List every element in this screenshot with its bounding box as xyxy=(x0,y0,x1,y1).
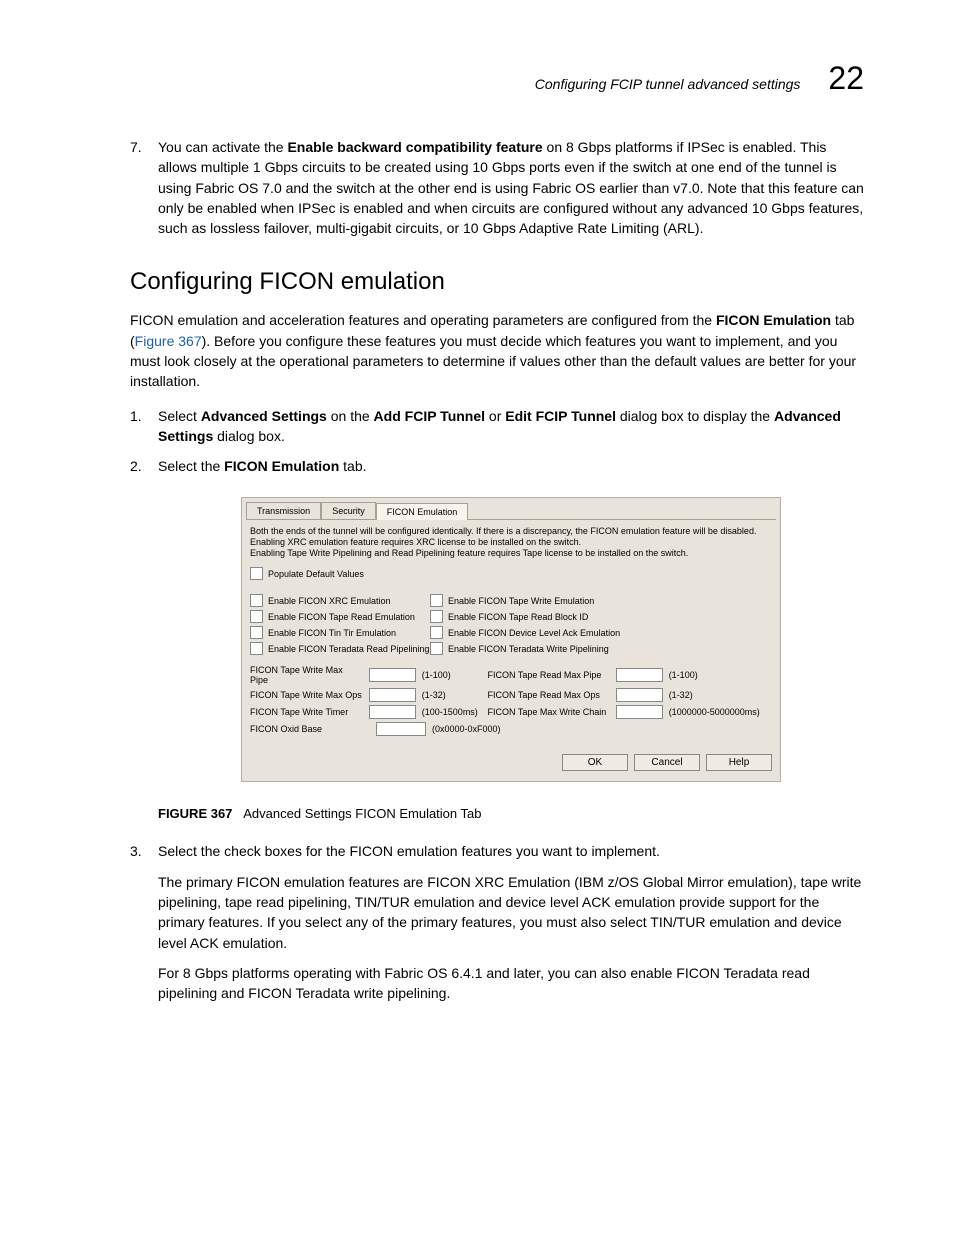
checkbox-label: Enable FICON Teradata Read Pipelining xyxy=(268,644,429,654)
note-line: Both the ends of the tunnel will be conf… xyxy=(250,526,772,537)
checkbox-tape-write-emulation[interactable] xyxy=(430,594,443,607)
checkbox-tape-read-emulation[interactable] xyxy=(250,610,263,623)
checkbox-populate-defaults[interactable] xyxy=(250,567,263,580)
running-header: Configuring FCIP tunnel advanced setting… xyxy=(130,60,864,97)
label-tape-write-max-ops: FICON Tape Write Max Ops xyxy=(250,690,363,700)
list-content: Select the FICON Emulation tab. xyxy=(158,456,864,476)
input-tape-max-write-chain[interactable] xyxy=(616,705,663,719)
checkbox-label: Enable FICON Teradata Write Pipelining xyxy=(448,644,609,654)
figure-number: FIGURE 367 xyxy=(158,806,232,821)
text: ). Before you configure these features y… xyxy=(130,333,856,390)
list-marker: 2. xyxy=(130,456,158,476)
figure-title: Advanced Settings FICON Emulation Tab xyxy=(243,806,481,821)
checkbox-tin-tir-emulation[interactable] xyxy=(250,626,263,639)
checkbox-label: Populate Default Values xyxy=(268,569,364,579)
hint: (100-1500ms) xyxy=(422,707,488,717)
checkbox-teradata-write-pipelining[interactable] xyxy=(430,642,443,655)
list-item-1: 1. Select Advanced Settings on the Add F… xyxy=(130,406,864,447)
list-marker: 1. xyxy=(130,406,158,447)
hint: (1-32) xyxy=(422,690,488,700)
list-content: Select the check boxes for the FICON emu… xyxy=(158,841,864,1003)
bold-term: Advanced Settings xyxy=(201,408,327,424)
dialog-note: Both the ends of the tunnel will be conf… xyxy=(250,526,772,560)
list-content: You can activate the Enable backward com… xyxy=(158,137,864,238)
list-item-3: 3. Select the check boxes for the FICON … xyxy=(130,841,864,1003)
text: Select xyxy=(158,408,201,424)
cancel-button[interactable]: Cancel xyxy=(634,754,700,771)
checkbox-label: Enable FICON XRC Emulation xyxy=(268,596,391,606)
label-tape-write-timer: FICON Tape Write Timer xyxy=(250,707,363,717)
checkbox-teradata-read-pipelining[interactable] xyxy=(250,642,263,655)
checkbox-label: Enable FICON Tape Read Block ID xyxy=(448,612,588,622)
input-tape-write-max-pipe[interactable] xyxy=(369,668,416,682)
tab-security[interactable]: Security xyxy=(321,502,376,519)
section-heading: Configuring FICON emulation xyxy=(130,268,864,296)
dialog-tabs: Transmission Security FICON Emulation xyxy=(246,502,776,520)
checkbox-label: Enable FICON Tape Read Emulation xyxy=(268,612,415,622)
ok-button[interactable]: OK xyxy=(562,754,628,771)
list-item-7: 7. You can activate the Enable backward … xyxy=(130,137,864,238)
bold-term: Edit FCIP Tunnel xyxy=(505,408,616,424)
label-oxid-base: FICON Oxid Base xyxy=(250,724,370,734)
bold-term: Enable backward compatibility feature xyxy=(287,139,542,155)
note-line: Enabling Tape Write Pipelining and Read … xyxy=(250,548,772,559)
input-tape-write-timer[interactable] xyxy=(369,705,416,719)
figure-ref-link[interactable]: Figure 367 xyxy=(135,333,202,349)
tab-transmission[interactable]: Transmission xyxy=(246,502,321,519)
input-tape-write-max-ops[interactable] xyxy=(369,688,416,702)
label-tape-max-write-chain: FICON Tape Max Write Chain xyxy=(488,707,610,717)
label-tape-read-max-pipe: FICON Tape Read Max Pipe xyxy=(488,670,610,680)
help-button[interactable]: Help xyxy=(706,754,772,771)
chapter-number: 22 xyxy=(828,60,864,97)
text: Select the check boxes for the FICON emu… xyxy=(158,841,864,861)
checkbox-label: Enable FICON Tape Write Emulation xyxy=(448,596,594,606)
text: Select the xyxy=(158,458,224,474)
list-content: Select Advanced Settings on the Add FCIP… xyxy=(158,406,864,447)
tab-ficon-emulation[interactable]: FICON Emulation xyxy=(376,503,469,520)
bold-term: FICON Emulation xyxy=(224,458,339,474)
note-line: Enabling XRC emulation feature requires … xyxy=(250,537,772,548)
advanced-settings-dialog: Transmission Security FICON Emulation Bo… xyxy=(241,497,781,783)
text: tab. xyxy=(339,458,366,474)
hint: (1000000-5000000ms) xyxy=(669,707,772,717)
checkbox-device-level-ack[interactable] xyxy=(430,626,443,639)
text: FICON emulation and acceleration feature… xyxy=(130,312,716,328)
checkbox-tape-read-block-id[interactable] xyxy=(430,610,443,623)
input-tape-read-max-ops[interactable] xyxy=(616,688,663,702)
checkbox-label: Enable FICON Tin Tir Emulation xyxy=(268,628,396,638)
label-tape-read-max-ops: FICON Tape Read Max Ops xyxy=(488,690,610,700)
hint: (0x0000-0xF000) xyxy=(432,724,502,734)
hint: (1-32) xyxy=(669,690,772,700)
input-tape-read-max-pipe[interactable] xyxy=(616,668,663,682)
bold-term: FICON Emulation xyxy=(716,312,831,328)
header-title: Configuring FCIP tunnel advanced setting… xyxy=(535,76,801,92)
text: or xyxy=(485,408,505,424)
hint: (1-100) xyxy=(422,670,488,680)
text: For 8 Gbps platforms operating with Fabr… xyxy=(158,963,864,1004)
input-oxid-base[interactable] xyxy=(376,722,426,736)
checkbox-label: Enable FICON Device Level Ack Emulation xyxy=(448,628,620,638)
text: The primary FICON emulation features are… xyxy=(158,872,864,953)
list-marker: 7. xyxy=(130,137,158,238)
text: on the xyxy=(327,408,374,424)
hint: (1-100) xyxy=(669,670,772,680)
text: You can activate the xyxy=(158,139,287,155)
checkbox-xrc-emulation[interactable] xyxy=(250,594,263,607)
list-marker: 3. xyxy=(130,841,158,1003)
text: dialog box. xyxy=(213,428,285,444)
list-item-2: 2. Select the FICON Emulation tab. xyxy=(130,456,864,476)
label-tape-write-max-pipe: FICON Tape Write Max Pipe xyxy=(250,665,363,685)
figure-caption: FIGURE 367 Advanced Settings FICON Emula… xyxy=(158,806,864,821)
intro-paragraph: FICON emulation and acceleration feature… xyxy=(130,310,864,391)
text: dialog box to display the xyxy=(616,408,774,424)
bold-term: Add FCIP Tunnel xyxy=(374,408,485,424)
